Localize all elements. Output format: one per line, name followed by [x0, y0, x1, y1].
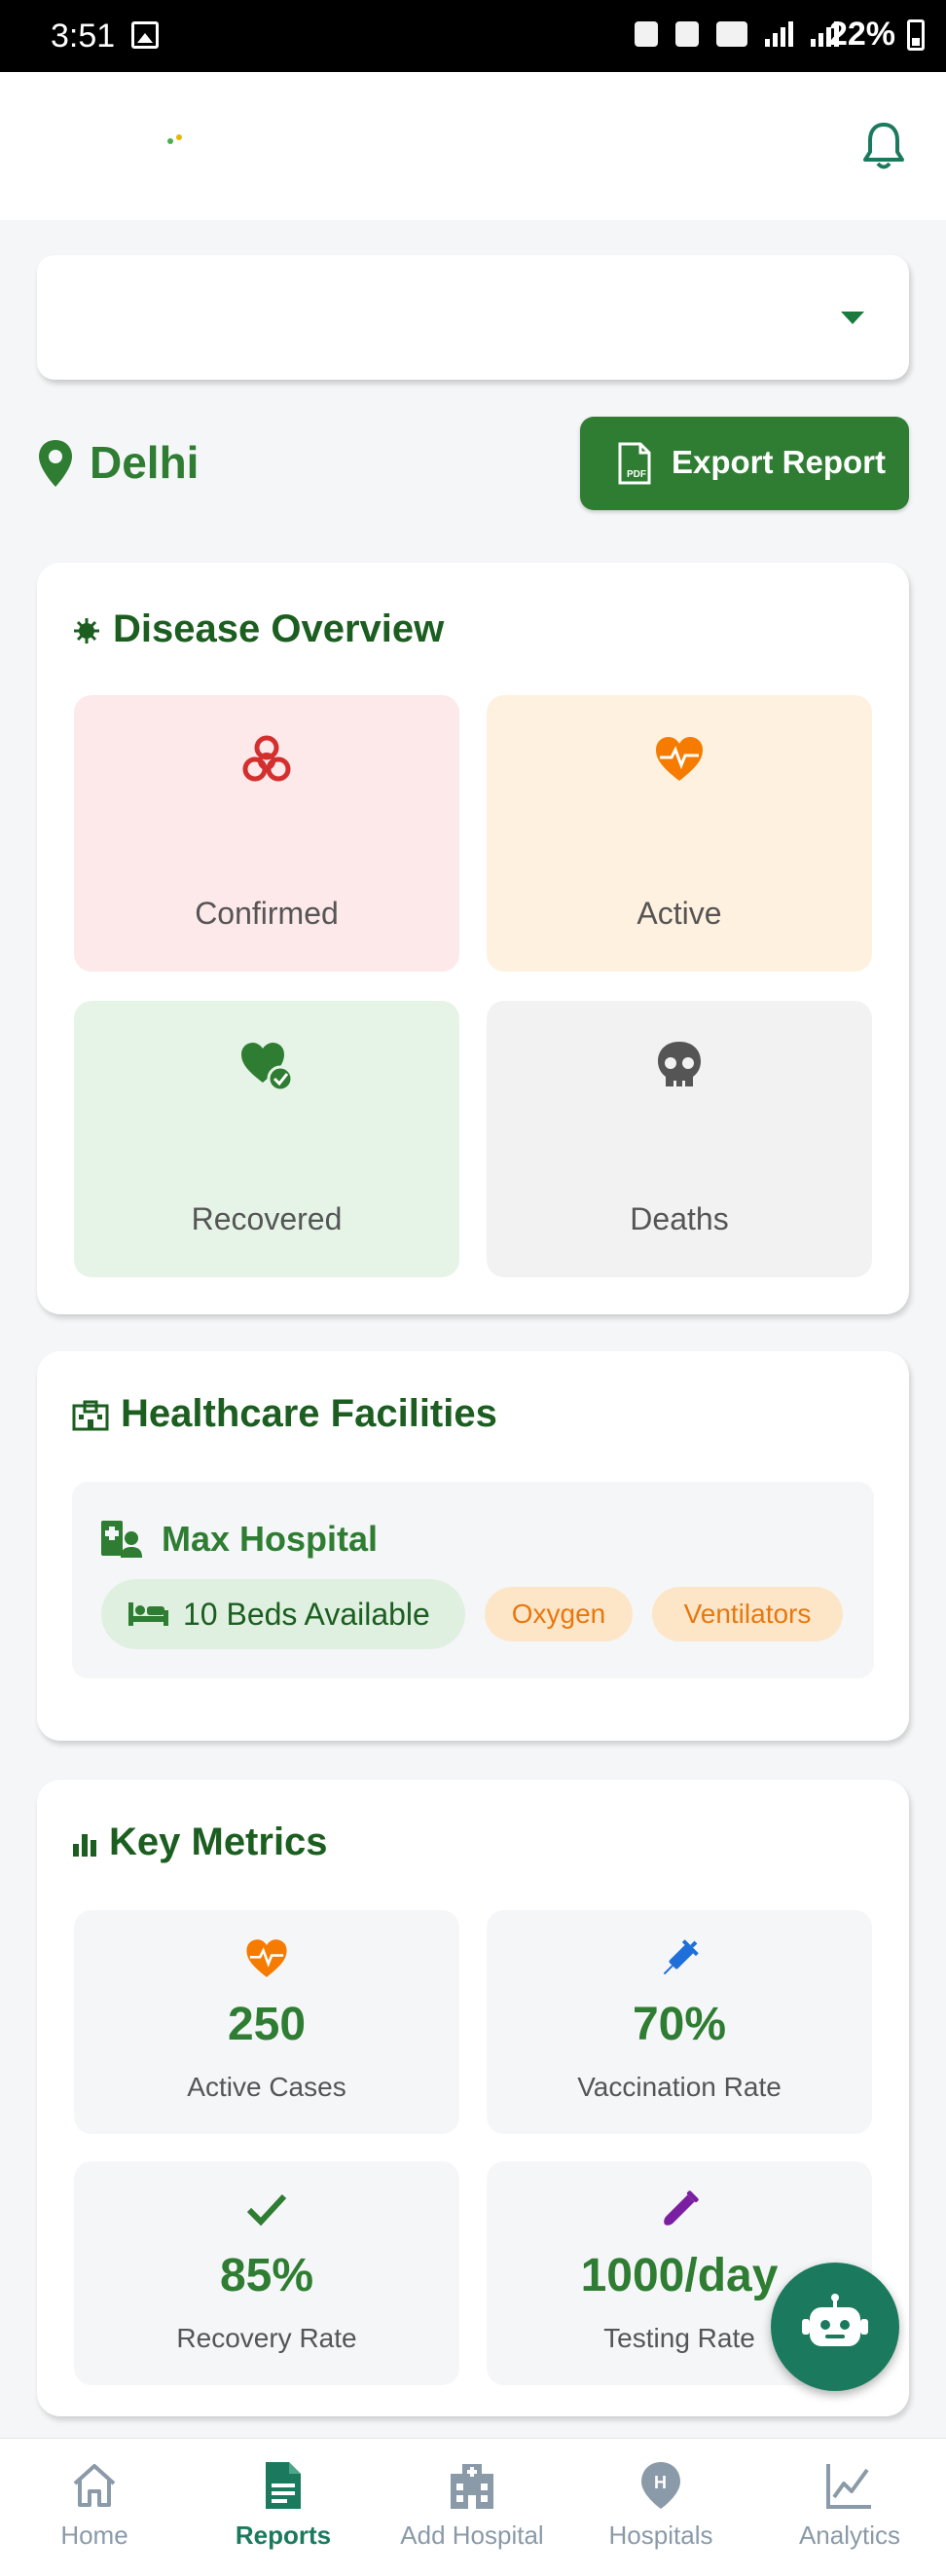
hospital-building-icon — [72, 1400, 109, 1431]
recovery-rate-metric: 85% Recovery Rate — [74, 2161, 459, 2385]
heart-pulse-icon — [246, 1939, 287, 1977]
nav-home-label: Home — [60, 2521, 128, 2550]
biohazard-icon — [242, 735, 291, 782]
hospital-pin-icon: H — [641, 2462, 680, 2509]
vaccination-rate-metric: 70% Vaccination Rate — [487, 1910, 872, 2134]
disease-overview-title-text: Disease Overview — [113, 607, 445, 650]
nav-analytics[interactable]: Analytics — [755, 2439, 944, 2576]
healthcare-facilities-title: Healthcare Facilities — [72, 1392, 497, 1436]
signal-icon — [765, 21, 793, 47]
chart-line-icon — [826, 2464, 871, 2509]
robot-icon — [802, 2294, 868, 2346]
heart-check-icon — [241, 1043, 294, 1092]
location-name: Delhi — [90, 437, 200, 488]
ventilators-tag: Ventilators — [652, 1587, 843, 1641]
chatbot-fab-button[interactable] — [771, 2263, 899, 2391]
pdf-icon: PDF — [618, 442, 651, 485]
beds-available-label: 10 Beds Available — [183, 1597, 430, 1632]
bar-chart-icon — [73, 1834, 96, 1858]
virus-icon — [74, 618, 99, 644]
active-tile: Active — [487, 695, 872, 972]
report-icon — [266, 2462, 301, 2509]
recovered-tile: Recovered — [74, 1001, 459, 1277]
key-metrics-title: Key Metrics — [72, 1821, 328, 1864]
check-icon — [246, 2193, 287, 2226]
heart-pulse-icon — [656, 737, 703, 781]
lock-icon — [635, 21, 658, 47]
recovered-label: Recovered — [191, 1201, 343, 1236]
confirmed-tile: Confirmed — [74, 695, 459, 972]
wifi-icon — [716, 21, 747, 47]
deaths-label: Deaths — [630, 1201, 729, 1236]
battery-icon — [907, 19, 925, 51]
confirmed-label: Confirmed — [195, 896, 339, 931]
svg-text:H: H — [654, 2473, 667, 2492]
active-cases-value: 250 — [227, 1999, 307, 2050]
mute-icon — [675, 21, 699, 47]
home-icon — [73, 2464, 116, 2507]
region-dropdown[interactable] — [37, 255, 909, 380]
battery-percent: 22% — [828, 16, 895, 53]
hospital-name: Max Hospital — [162, 1519, 379, 1559]
nav-hospitals-label: Hospitals — [608, 2521, 713, 2550]
nav-add-hospital-label: Add Hospital — [400, 2521, 544, 2550]
location-pin-icon — [39, 440, 72, 487]
hospital-user-icon — [101, 1521, 142, 1558]
recovery-rate-value: 85% — [219, 2250, 314, 2301]
dropdown-arrow-icon — [841, 312, 864, 324]
syringe-icon — [663, 1939, 699, 1975]
active-label: Active — [637, 896, 722, 931]
status-bar: 3:51 22% — [0, 0, 946, 72]
nav-reports-label: Reports — [235, 2521, 332, 2550]
recovery-rate-label: Recovery Rate — [176, 2323, 357, 2353]
disease-overview-card: Disease Overview Confirmed Active Recove… — [37, 563, 909, 1314]
key-metrics-title-text: Key Metrics — [109, 1821, 328, 1863]
nav-add-hospital[interactable]: Add Hospital — [378, 2439, 566, 2576]
disease-overview-title: Disease Overview — [72, 607, 444, 651]
app-header — [0, 72, 946, 220]
status-icons — [635, 21, 839, 47]
oxygen-tag: Oxygen — [485, 1587, 633, 1641]
export-report-button[interactable]: PDF Export Report — [580, 417, 909, 510]
active-cases-label: Active Cases — [187, 2072, 346, 2102]
hospital-list-item[interactable]: Max Hospital 10 Beds Available Oxygen Ve… — [72, 1482, 874, 1678]
skull-icon — [658, 1042, 701, 1086]
hospital-icon — [451, 2464, 493, 2509]
app-logo — [167, 134, 185, 148]
export-report-label: Export Report — [672, 444, 887, 480]
vaccination-rate-label: Vaccination Rate — [577, 2072, 782, 2102]
nav-hospitals[interactable]: H Hospitals — [566, 2439, 755, 2576]
vaccination-rate-value: 70% — [632, 1999, 727, 2050]
beds-available-chip: 10 Beds Available — [101, 1579, 465, 1649]
active-cases-metric: 250 Active Cases — [74, 1910, 459, 2134]
nav-home[interactable]: Home — [0, 2439, 189, 2576]
test-tube-icon — [664, 2190, 699, 2226]
gallery-notification-icon — [131, 21, 159, 49]
status-time: 3:51 — [51, 18, 116, 55]
healthcare-facilities-card: Healthcare Facilities Max Hospital 10 Be… — [37, 1351, 909, 1741]
bottom-navigation: Home Reports Add Hospital H Hospitals An… — [0, 2438, 946, 2576]
bed-icon — [128, 1602, 168, 1626]
healthcare-facilities-title-text: Healthcare Facilities — [121, 1392, 497, 1435]
deaths-tile: Deaths — [487, 1001, 872, 1277]
nav-reports[interactable]: Reports — [189, 2439, 378, 2576]
bell-icon[interactable] — [862, 121, 905, 171]
nav-analytics-label: Analytics — [798, 2521, 901, 2550]
svg-text:PDF: PDF — [627, 469, 646, 480]
